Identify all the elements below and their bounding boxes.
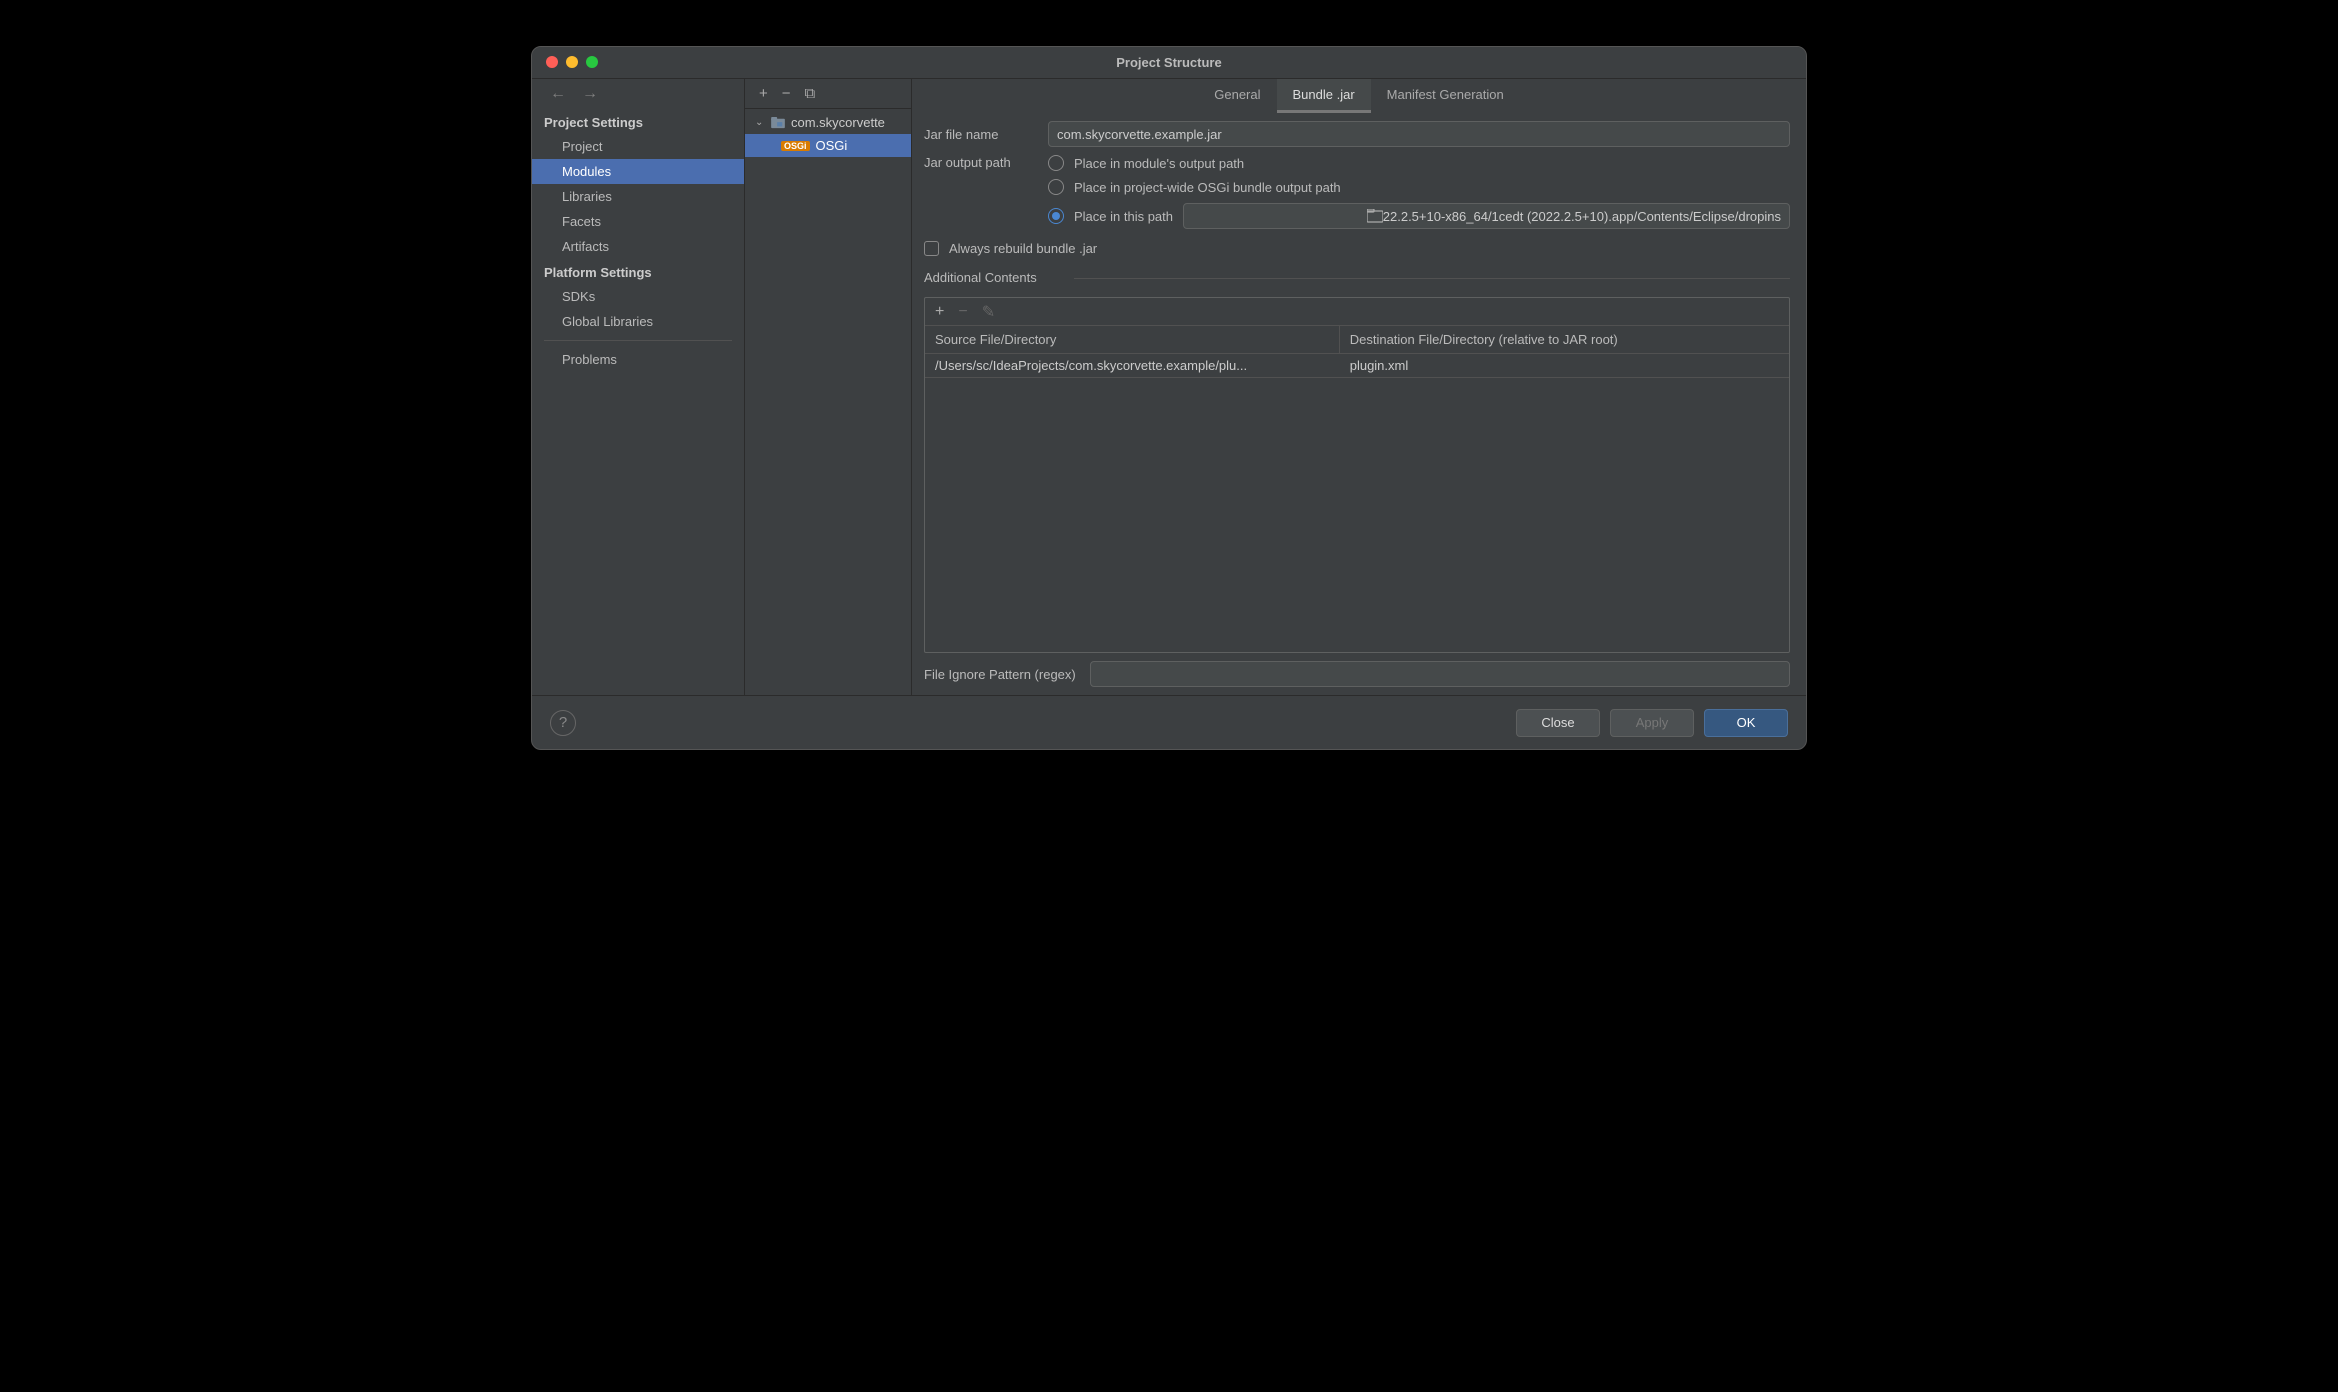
window-title: Project Structure: [1116, 55, 1221, 70]
this-path-value: 22.2.5+10-x86_64/1cedt (2022.2.5+10).app…: [1383, 209, 1781, 224]
nav-forward-icon[interactable]: →: [582, 85, 598, 103]
section-platform-settings: Platform Settings: [532, 259, 744, 284]
jar-file-name-row: Jar file name: [924, 121, 1790, 147]
sidebar-item-sdks[interactable]: SDKs: [532, 284, 744, 309]
th-destination[interactable]: Destination File/Directory (relative to …: [1340, 326, 1789, 353]
always-rebuild-label: Always rebuild bundle .jar: [949, 241, 1097, 256]
minimize-window-icon[interactable]: [566, 56, 578, 68]
help-button[interactable]: ?: [550, 710, 576, 736]
module-folder-icon: [771, 117, 785, 129]
radio-project-path[interactable]: Place in project-wide OSGi bundle output…: [1048, 179, 1790, 195]
additional-contents-box: + − ✎ Source File/Directory Destination …: [924, 297, 1790, 653]
bundle-jar-form: Jar file name Jar output path Place in m…: [912, 113, 1806, 695]
jar-output-row: Jar output path Place in module's output…: [924, 155, 1790, 229]
tab-manifest-generation[interactable]: Manifest Generation: [1371, 79, 1520, 113]
dialog-footer: ? Close Apply OK: [532, 695, 1806, 749]
module-tree: ⌄ com.skycorvette OSGi OSGi: [745, 109, 911, 695]
radio-this-label: Place in this path: [1074, 209, 1173, 224]
radio-module-path[interactable]: Place in module's output path: [1048, 155, 1790, 171]
th-source[interactable]: Source File/Directory: [925, 326, 1340, 353]
window-body: ← → Project Settings Project Modules Lib…: [532, 79, 1806, 695]
add-content-icon[interactable]: +: [935, 303, 944, 321]
module-tree-panel: + − ⧉ ⌄ com.skycorvette OSGi OSGi: [745, 79, 912, 695]
tab-general[interactable]: General: [1198, 79, 1276, 113]
left-sidebar: ← → Project Settings Project Modules Lib…: [532, 79, 745, 695]
radio-project-label: Place in project-wide OSGi bundle output…: [1074, 180, 1341, 195]
sidebar-item-global-libraries[interactable]: Global Libraries: [532, 309, 744, 334]
close-window-icon[interactable]: [546, 56, 558, 68]
ignore-pattern-row: File Ignore Pattern (regex): [924, 661, 1790, 695]
facet-tabs: General Bundle .jar Manifest Generation: [912, 79, 1806, 113]
additional-contents-label: Additional Contents: [924, 270, 1790, 285]
fieldset-line: [1074, 278, 1790, 279]
apply-button[interactable]: Apply: [1610, 709, 1694, 737]
jar-file-name-label: Jar file name: [924, 127, 1036, 142]
this-path-input[interactable]: 22.2.5+10-x86_64/1cedt (2022.2.5+10).app…: [1183, 203, 1790, 229]
sidebar-item-facets[interactable]: Facets: [532, 209, 744, 234]
remove-content-icon[interactable]: −: [958, 303, 967, 321]
radio-icon: [1048, 155, 1064, 171]
td-destination: plugin.xml: [1340, 354, 1789, 377]
contents-table-header: Source File/Directory Destination File/D…: [925, 326, 1789, 354]
checkbox-icon: [924, 241, 939, 256]
radio-icon: [1048, 179, 1064, 195]
ok-button[interactable]: OK: [1704, 709, 1788, 737]
tree-child-label: OSGi: [816, 138, 848, 153]
tree-root-label: com.skycorvette: [791, 115, 885, 130]
sidebar-separator: [544, 340, 732, 341]
sidebar-item-modules[interactable]: Modules: [532, 159, 744, 184]
always-rebuild-row[interactable]: Always rebuild bundle .jar: [924, 241, 1790, 256]
sidebar-item-artifacts[interactable]: Artifacts: [532, 234, 744, 259]
radio-module-label: Place in module's output path: [1074, 156, 1244, 171]
ignore-pattern-input[interactable]: [1090, 661, 1790, 687]
table-row[interactable]: /Users/sc/IdeaProjects/com.skycorvette.e…: [925, 354, 1789, 378]
window-traffic-lights: [546, 56, 598, 68]
nav-back-icon[interactable]: ←: [550, 85, 566, 103]
sidebar-item-libraries[interactable]: Libraries: [532, 184, 744, 209]
jar-file-name-input[interactable]: [1048, 121, 1790, 147]
close-button[interactable]: Close: [1516, 709, 1600, 737]
ignore-pattern-label: File Ignore Pattern (regex): [924, 667, 1076, 682]
contents-toolbar: + − ✎: [925, 298, 1789, 326]
sidebar-item-problems[interactable]: Problems: [532, 347, 744, 372]
chevron-down-icon[interactable]: ⌄: [755, 117, 765, 128]
browse-folder-icon[interactable]: [1367, 209, 1383, 223]
output-path-radio-group: Place in module's output path Place in p…: [1048, 155, 1790, 229]
copy-module-icon[interactable]: ⧉: [805, 85, 816, 102]
add-module-icon[interactable]: +: [759, 85, 768, 102]
contents-table-body: /Users/sc/IdeaProjects/com.skycorvette.e…: [925, 354, 1789, 652]
right-content: General Bundle .jar Manifest Generation …: [912, 79, 1806, 695]
maximize-window-icon[interactable]: [586, 56, 598, 68]
radio-this-path[interactable]: Place in this path 22.2.5+10-x86_64/1ced…: [1048, 203, 1790, 229]
sidebar-item-project[interactable]: Project: [532, 134, 744, 159]
section-project-settings: Project Settings: [532, 109, 744, 134]
tab-bundle-jar[interactable]: Bundle .jar: [1277, 79, 1371, 113]
module-toolbar: + − ⧉: [745, 79, 911, 109]
radio-icon: [1048, 208, 1064, 224]
left-nav-toolbar: ← →: [532, 79, 744, 109]
osgi-badge-icon: OSGi: [781, 141, 810, 151]
title-bar: Project Structure: [532, 47, 1806, 79]
tree-child-osgi[interactable]: OSGi OSGi: [745, 134, 911, 157]
tree-root-module[interactable]: ⌄ com.skycorvette: [745, 111, 911, 134]
td-source: /Users/sc/IdeaProjects/com.skycorvette.e…: [925, 354, 1340, 377]
jar-output-label: Jar output path: [924, 155, 1036, 170]
project-structure-window: Project Structure ← → Project Settings P…: [531, 46, 1807, 750]
remove-module-icon[interactable]: −: [782, 85, 791, 102]
edit-content-icon[interactable]: ✎: [982, 302, 995, 322]
